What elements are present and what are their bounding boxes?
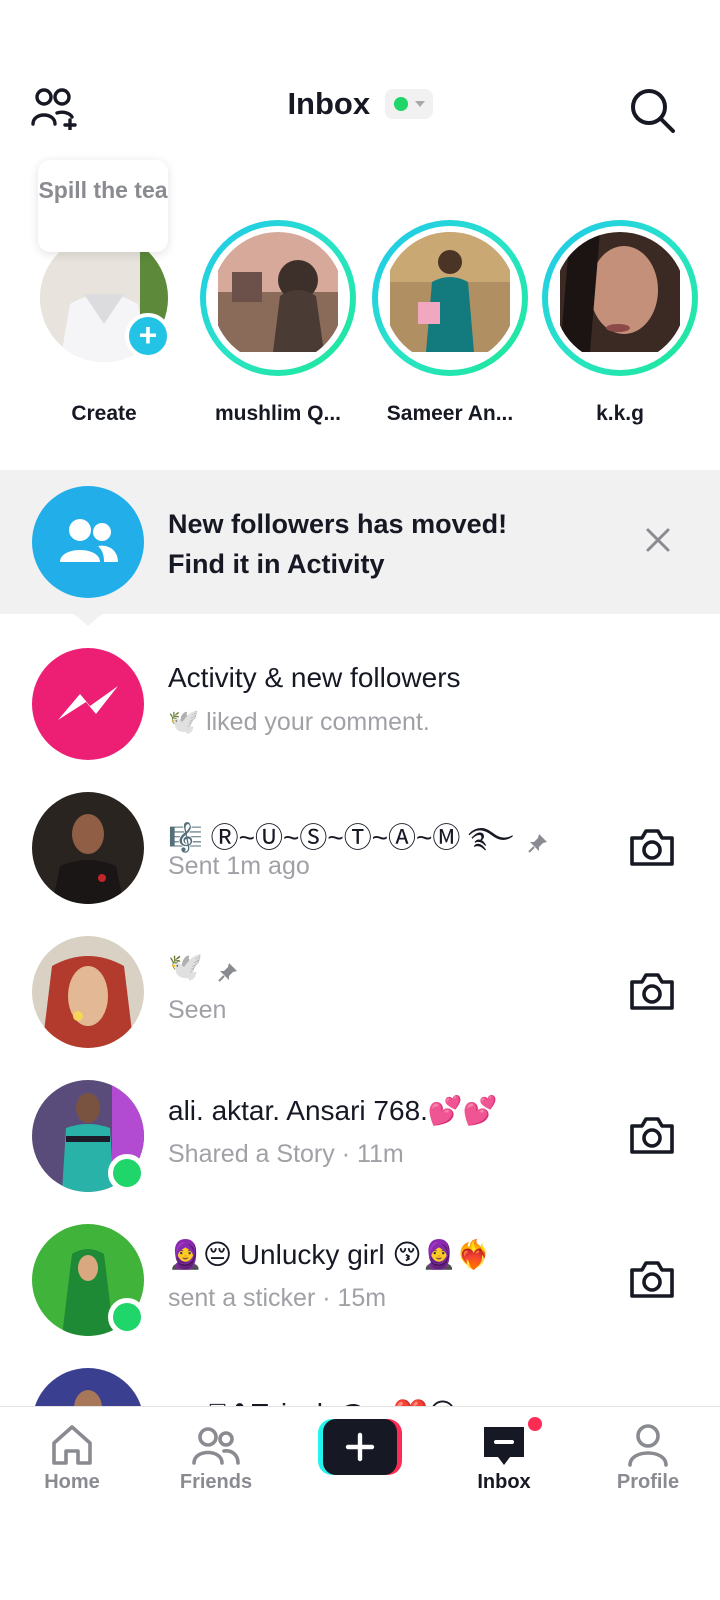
- story-name: k.k.g: [596, 402, 644, 425]
- activity-icon: [32, 648, 144, 760]
- spill-the-tea-bubble[interactable]: Spill the tea: [38, 160, 168, 252]
- online-indicator: [108, 1154, 146, 1192]
- chat-status: Sent 1m ago: [168, 852, 310, 880]
- story-name: Create: [71, 402, 137, 425]
- story-name: mushlim Q...: [214, 402, 342, 425]
- nav-inbox[interactable]: Inbox: [444, 1421, 564, 1494]
- pin-icon: [217, 958, 239, 982]
- nav-label: Home: [44, 1471, 100, 1493]
- page-title: Inbox: [287, 86, 371, 121]
- nav-friends[interactable]: Friends: [156, 1421, 276, 1494]
- inbox-notification-badge: [526, 1415, 544, 1433]
- bottom-nav: Home Friends Inbox Profile: [0, 1406, 720, 1600]
- chat-name: 🕊️: [168, 950, 239, 983]
- activity-subtitle: 🕊️ liked your comment.: [168, 708, 430, 736]
- story-item[interactable]: k.k.g: [540, 220, 700, 426]
- chevron-down-icon: [414, 101, 425, 107]
- home-icon: [48, 1421, 96, 1469]
- online-status-toggle[interactable]: [384, 89, 433, 119]
- chat-name: 🧕😔 Unlucky girl 😚🧕❤️‍🔥: [168, 1239, 492, 1270]
- profile-icon: [624, 1421, 672, 1469]
- story-ring: [200, 220, 356, 376]
- inbox-header: Inbox: [0, 72, 720, 148]
- story-ring: [372, 220, 528, 376]
- story-avatar: [554, 232, 686, 364]
- search-icon[interactable]: [628, 86, 676, 134]
- camera-icon[interactable]: [628, 1258, 676, 1302]
- nav-label: Friends: [179, 1471, 253, 1493]
- friends-icon: [192, 1421, 240, 1469]
- banner-line-2: Find it in Activity: [168, 549, 385, 579]
- nav-home[interactable]: Home: [12, 1421, 132, 1494]
- nav-label: Inbox: [477, 1471, 531, 1493]
- online-indicator: [108, 1298, 146, 1336]
- story-avatar: [384, 232, 516, 364]
- close-icon[interactable]: [644, 526, 672, 554]
- chat-status: sent a sticker · 15m: [168, 1284, 387, 1312]
- banner-text: New followers has moved! Find it in Acti…: [168, 504, 507, 584]
- chat-name-text: 🕊️: [168, 951, 203, 982]
- pin-icon: [527, 829, 549, 853]
- stories-row: Create + Spill the tea mushlim Q... Same…: [0, 160, 720, 430]
- followers-icon: [32, 486, 144, 598]
- story-ring: [542, 220, 698, 376]
- new-followers-banner[interactable]: New followers has moved! Find it in Acti…: [0, 470, 720, 614]
- avatar: [32, 936, 144, 1048]
- chat-status: Seen: [168, 996, 227, 1024]
- chat-row[interactable]: 🎼 Ⓡ~Ⓤ~Ⓢ~Ⓣ~Ⓐ~Ⓜ ࿐ Sent 1m ago: [0, 776, 720, 920]
- create-post-button[interactable]: [318, 1419, 402, 1475]
- add-story-plus-icon[interactable]: +: [125, 313, 171, 359]
- avatar: [32, 792, 144, 904]
- chat-status: Shared a Story · 11m: [168, 1140, 404, 1168]
- chat-row[interactable]: 🕊️ Seen: [0, 920, 720, 1064]
- inbox-icon: [480, 1421, 528, 1469]
- camera-icon[interactable]: [628, 826, 676, 870]
- story-item[interactable]: mushlim Q...: [198, 220, 358, 426]
- story-item[interactable]: Sameer An...: [370, 220, 530, 426]
- online-status-dot: [393, 97, 408, 111]
- chat-row[interactable]: ali. aktar. Ansari 768.💕💕 Shared a Story…: [0, 1064, 720, 1208]
- nav-profile[interactable]: Profile: [588, 1421, 708, 1494]
- story-avatar: [212, 232, 344, 364]
- camera-icon[interactable]: [628, 970, 676, 1014]
- title-wrap: Inbox: [0, 86, 720, 122]
- chat-row[interactable]: 🧕😔 Unlucky girl 😚🧕❤️‍🔥 sent a sticker · …: [0, 1208, 720, 1352]
- activity-row[interactable]: Activity & new followers 🕊️ liked your c…: [0, 632, 720, 776]
- chat-name: ali. aktar. Ansari 768.💕💕: [168, 1095, 498, 1126]
- chat-name-text: 🎼 Ⓡ~Ⓤ~Ⓢ~Ⓣ~Ⓐ~Ⓜ ࿐: [168, 822, 514, 853]
- banner-line-1: New followers has moved!: [168, 509, 508, 539]
- camera-icon[interactable]: [628, 1114, 676, 1158]
- nav-label: Profile: [616, 1471, 680, 1493]
- activity-title: Activity & new followers: [168, 662, 461, 693]
- story-name: Sameer An...: [386, 402, 514, 425]
- banner-pointer: [74, 614, 102, 626]
